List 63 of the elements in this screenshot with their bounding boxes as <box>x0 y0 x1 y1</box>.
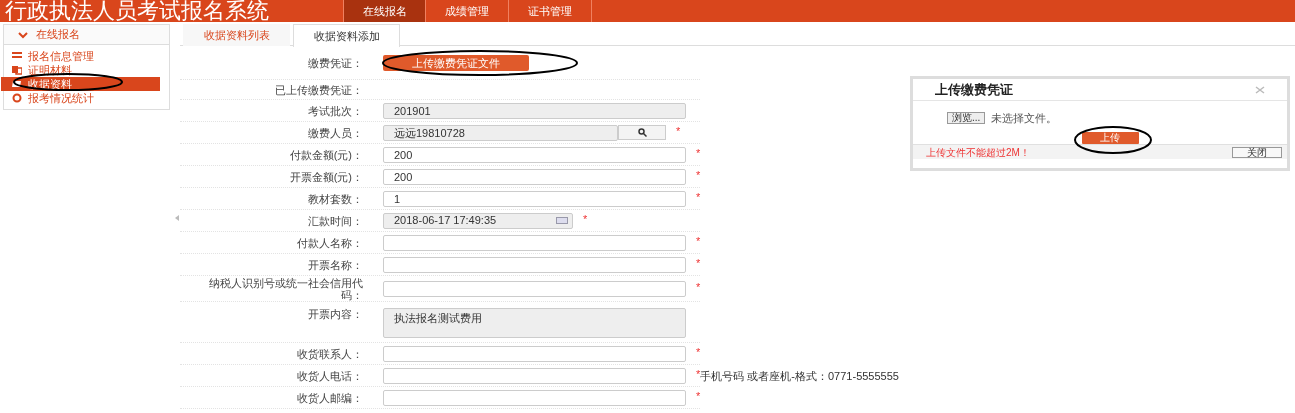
required-mark: * <box>696 235 701 246</box>
tab[interactable]: 收据资料列表 <box>183 24 290 46</box>
field-label: 收货人邮编： <box>297 391 363 404</box>
input-field[interactable] <box>383 367 686 384</box>
field-label: 缴费人员： <box>308 126 363 139</box>
required-mark: * <box>696 191 701 202</box>
input-field[interactable] <box>383 256 686 273</box>
warning-text: 上传文件不能超过2M！ <box>926 145 1030 160</box>
required-mark: * <box>696 346 701 357</box>
hint-text: 手机号码 或者座机-格式：0771-5555555 <box>700 368 899 383</box>
close-button[interactable]: 关闭 <box>1232 146 1282 158</box>
input-field[interactable]: 200 <box>383 146 686 163</box>
calendar-icon[interactable] <box>556 217 568 224</box>
sidebar-header[interactable]: 在线报名 <box>4 25 169 45</box>
upload-button[interactable]: 上传缴费凭证文件 <box>383 54 529 71</box>
input-field[interactable] <box>383 234 686 251</box>
input-field[interactable] <box>383 389 686 406</box>
list-icon <box>12 51 22 61</box>
app-title: 行政执法人员考试报名系统 <box>4 0 270 22</box>
field-label: 收货人电话： <box>297 369 363 382</box>
sidebar-item[interactable]: 报名信息管理 <box>4 49 169 63</box>
field-label: 教材套数： <box>308 192 363 205</box>
browse-button[interactable]: 浏览... <box>947 112 986 124</box>
required-mark: * <box>696 390 701 401</box>
file-status-text: 未选择文件。 <box>991 110 1058 126</box>
tab[interactable]: 收据资料添加 <box>293 24 400 47</box>
field-label: 开票金额(元)： <box>289 170 363 183</box>
required-mark: * <box>696 257 701 268</box>
required-mark: * <box>696 147 701 158</box>
required-mark: * <box>676 125 681 136</box>
field-label: 付款人名称： <box>297 236 363 249</box>
collapse-arrow-icon[interactable] <box>175 214 179 221</box>
required-mark: * <box>696 169 701 180</box>
field-label: 纳税人识别号或统一社会信用代码： <box>208 276 363 301</box>
required-mark: * <box>583 213 588 224</box>
required-mark: * <box>696 368 701 379</box>
field-label: 开票名称： <box>308 258 363 271</box>
input-field[interactable] <box>383 280 686 297</box>
upload-button[interactable]: 上传 <box>1081 132 1139 144</box>
search-icon <box>637 128 647 137</box>
sidebar-item[interactable]: 报考情况统计 <box>4 91 169 105</box>
required-mark: * <box>696 281 701 292</box>
dialog-title: 上传缴费凭证 <box>935 80 1013 99</box>
input-field[interactable]: 201901 <box>383 102 686 119</box>
field-label: 缴费凭证： <box>308 56 363 69</box>
date-field[interactable]: 2018-06-17 17:49:35 <box>383 212 573 229</box>
input-field[interactable]: 1 <box>383 190 686 207</box>
input-field[interactable] <box>383 345 686 362</box>
field-label: 开票内容： <box>308 308 363 320</box>
receipt-icon <box>12 79 22 89</box>
field-label: 付款金额(元)： <box>289 148 363 161</box>
field-label: 汇款时间： <box>308 214 363 227</box>
close-icon[interactable] <box>1255 85 1265 94</box>
field-label: 考试批次： <box>308 104 363 117</box>
input-field[interactable]: 200 <box>383 168 686 185</box>
field-label: 已上传缴费凭证： <box>275 83 363 96</box>
input-field[interactable]: 远远19810728 <box>383 124 618 141</box>
circle-icon <box>12 93 22 103</box>
field-label: 收货联系人： <box>297 347 363 360</box>
text-area[interactable]: 执法报名测试费用 <box>383 308 686 338</box>
document-icon <box>12 65 22 75</box>
search-button[interactable] <box>618 125 666 140</box>
nav-tab[interactable]: 在线报名 <box>343 0 426 22</box>
